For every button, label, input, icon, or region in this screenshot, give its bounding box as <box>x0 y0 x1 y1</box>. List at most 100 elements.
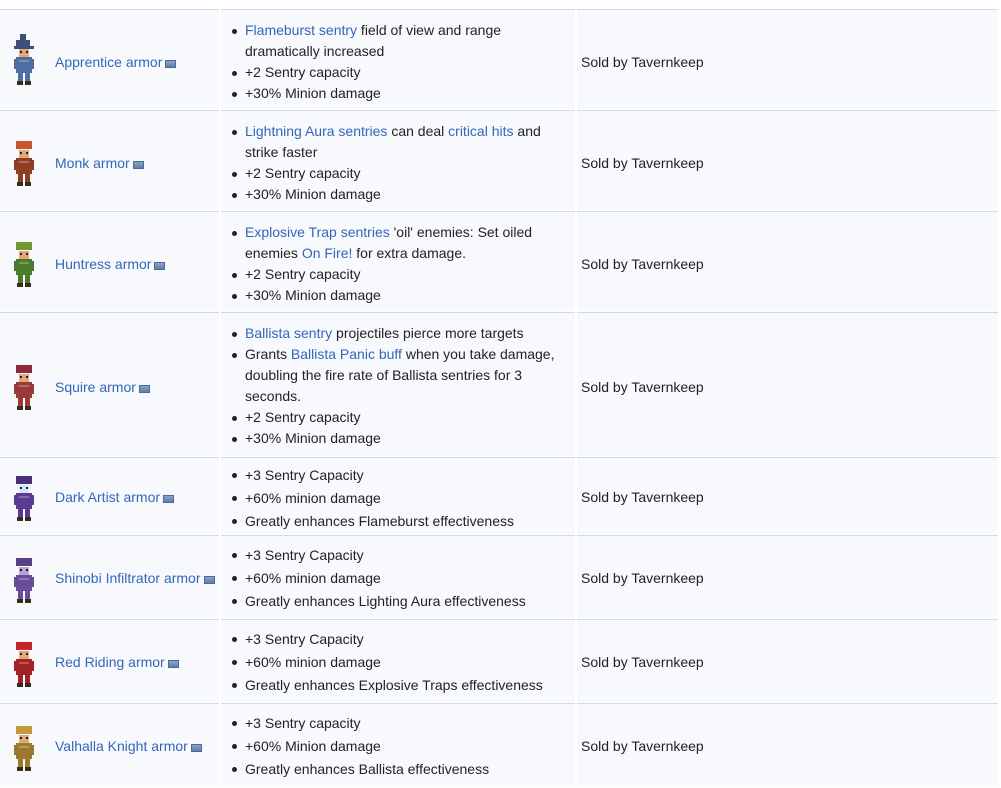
armor-link[interactable]: Apprentice armor <box>55 54 162 70</box>
wiki-link[interactable]: On Fire! <box>302 245 353 261</box>
armor-name-cell: Apprentice armor <box>0 9 219 109</box>
image-icon[interactable] <box>138 385 150 393</box>
set-bonus-cell: Lightning Aura sentries can deal critica… <box>221 110 575 210</box>
armor-name-cell: Shinobi Infiltrator armor <box>0 535 219 618</box>
image-icon[interactable] <box>132 161 144 169</box>
list-item: +30% Minion damage <box>231 428 567 449</box>
bonus-text: +30% Minion damage <box>245 287 381 303</box>
table-row: Dark Artist armor +3 Sentry Capacity +60% … <box>0 457 1001 534</box>
armor-sprite-icon <box>10 552 38 604</box>
armor-sprite-icon <box>10 135 38 187</box>
bonus-text: +2 Sentry capacity <box>245 64 361 80</box>
set-bonus-list: Ballista sentry projectiles pierce more … <box>231 323 567 449</box>
bonus-text: +3 Sentry Capacity <box>245 631 364 647</box>
image-icon[interactable] <box>154 262 166 270</box>
set-bonus-cell: Ballista sentry projectiles pierce more … <box>221 312 575 456</box>
list-item: +3 Sentry Capacity <box>231 628 567 651</box>
list-item: +2 Sentry capacity <box>231 264 567 285</box>
armor-name: Valhalla Knight armor <box>55 738 202 754</box>
armor-link[interactable]: Red Riding armor <box>55 654 165 670</box>
table-row: Shinobi Infiltrator armor +3 Sentry Capac… <box>0 535 1001 618</box>
wiki-link[interactable]: Ballista Panic buff <box>291 346 402 362</box>
image-icon[interactable] <box>203 576 215 584</box>
armor-name: Apprentice armor <box>55 54 177 70</box>
armor-name-cell: Huntress armor <box>0 211 219 311</box>
source-cell: Sold by Tavernkeep <box>577 619 998 702</box>
armor-name: Shinobi Infiltrator armor <box>55 570 215 586</box>
bonus-text: +3 Sentry Capacity <box>245 547 364 563</box>
set-bonus-cell: +3 Sentry Capacity +60% minion damage Grea… <box>221 619 575 702</box>
image-icon[interactable] <box>167 660 179 668</box>
armor-sprite-icon <box>10 470 38 522</box>
list-item: Flameburst sentry field of view and rang… <box>231 20 567 62</box>
source-text: Sold by Tavernkeep <box>581 155 704 171</box>
list-item: +60% minion damage <box>231 567 567 590</box>
list-item: Greatly enhances Explosive Traps effecti… <box>231 674 567 697</box>
wiki-link[interactable]: Ballista sentry <box>245 325 332 341</box>
table-row: Valhalla Knight armor +3 Sentry capacity +… <box>0 703 1001 787</box>
set-bonus-list: Flameburst sentry field of view and rang… <box>231 20 567 104</box>
table-row: Squire armor Ballista sentry projectiles … <box>0 312 1001 456</box>
armor-link[interactable]: Valhalla Knight armor <box>55 738 188 754</box>
armor-sprite-icon <box>10 720 38 772</box>
wiki-link[interactable]: Lightning Aura sentries <box>245 123 387 139</box>
source-cell: Sold by Tavernkeep <box>577 9 998 109</box>
source-cell: Sold by Tavernkeep <box>577 312 998 456</box>
list-item: Greatly enhances Ballista effectiveness <box>231 758 567 781</box>
armor-link[interactable]: Shinobi Infiltrator armor <box>55 570 201 586</box>
bonus-text: +2 Sentry capacity <box>245 165 361 181</box>
list-item: +30% Minion damage <box>231 184 567 205</box>
list-item: Greatly enhances Flameburst effectivenes… <box>231 510 567 533</box>
armor-name: Red Riding armor <box>55 654 179 670</box>
armor-link[interactable]: Dark Artist armor <box>55 489 160 505</box>
list-item: +60% minion damage <box>231 487 567 510</box>
armor-name: Monk armor <box>55 155 144 171</box>
armor-name-cell: Monk armor <box>0 110 219 210</box>
list-item: +60% minion damage <box>231 651 567 674</box>
armor-link[interactable]: Huntress armor <box>55 256 151 272</box>
source-cell: Sold by Tavernkeep <box>577 110 998 210</box>
list-item: Lightning Aura sentries can deal critica… <box>231 121 567 163</box>
wiki-link[interactable]: Explosive Trap sentries <box>245 224 390 240</box>
armor-name: Squire armor <box>55 379 150 395</box>
list-item: Greatly enhances Lighting Aura effective… <box>231 590 567 613</box>
bonus-text: projectiles pierce more targets <box>332 325 524 341</box>
bonus-text: Greatly enhances Ballista effectiveness <box>245 761 490 777</box>
table-row: Red Riding armor +3 Sentry Capacity +60% m… <box>0 619 1001 702</box>
list-item: Grants Ballista Panic buff when you take… <box>231 344 567 407</box>
source-text: Sold by Tavernkeep <box>581 654 704 670</box>
list-item: +30% Minion damage <box>231 83 567 104</box>
image-icon[interactable] <box>190 744 202 752</box>
wiki-link[interactable]: Flameburst sentry <box>245 22 357 38</box>
armor-sprite-icon <box>10 236 38 288</box>
list-item: Explosive Trap sentries 'oil' enemies: S… <box>231 222 567 264</box>
bonus-text: Greatly enhances Flameburst effectivenes… <box>245 513 514 529</box>
set-bonus-list: +3 Sentry Capacity +60% minion damage Grea… <box>231 628 567 697</box>
set-bonus-list: Lightning Aura sentries can deal critica… <box>231 121 567 205</box>
bonus-text: Greatly enhances Explosive Traps effecti… <box>245 677 543 693</box>
list-item: +3 Sentry capacity <box>231 712 567 735</box>
source-cell: Sold by Tavernkeep <box>577 457 998 534</box>
image-icon[interactable] <box>163 495 175 503</box>
armor-link[interactable]: Monk armor <box>55 155 130 171</box>
armor-link[interactable]: Squire armor <box>55 379 136 395</box>
bonus-text: +30% Minion damage <box>245 186 381 202</box>
list-item: +60% Minion damage <box>231 735 567 758</box>
bonus-text: +30% Minion damage <box>245 85 381 101</box>
bonus-text: +60% minion damage <box>245 570 381 586</box>
set-bonus-cell: Explosive Trap sentries 'oil' enemies: S… <box>221 211 575 311</box>
bonus-text: for extra damage. <box>352 245 467 261</box>
list-item: +2 Sentry capacity <box>231 62 567 83</box>
bonus-text: can deal <box>387 123 449 139</box>
source-text: Sold by Tavernkeep <box>581 738 704 754</box>
set-bonus-cell: +3 Sentry Capacity +60% minion damage Grea… <box>221 457 575 534</box>
bonus-text: +60% minion damage <box>245 490 381 506</box>
armor-name-cell: Dark Artist armor <box>0 457 219 534</box>
bonus-text: +3 Sentry Capacity <box>245 467 364 483</box>
image-icon[interactable] <box>165 60 177 68</box>
armor-sprite-icon <box>10 359 38 411</box>
source-cell: Sold by Tavernkeep <box>577 535 998 618</box>
wiki-link[interactable]: critical hits <box>448 123 513 139</box>
set-bonus-list: +3 Sentry capacity +60% Minion damage Grea… <box>231 712 567 781</box>
armor-name-cell: Valhalla Knight armor <box>0 703 219 787</box>
